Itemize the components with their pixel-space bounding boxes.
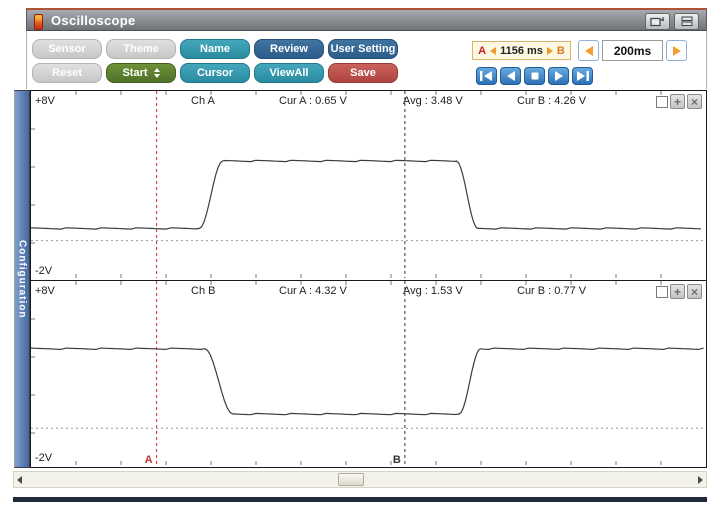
toolbar: Sensor Theme Name Review User Setting Re… [26,31,707,89]
plus-icon: + [674,286,681,298]
user-setting-button[interactable]: User Setting [328,39,398,59]
move-cursor-b-right-icon[interactable] [547,47,553,55]
play-button[interactable] [548,67,569,85]
configuration-tab-label: Configuration [17,240,28,319]
zoom-in-button[interactable]: + [670,284,685,299]
ab-interval-value: 1156 ms [500,45,543,57]
cursor-a-readout: Cur A : 4.32 V [279,285,347,297]
timebase-increase-button[interactable] [666,40,687,61]
channel-b-waveform [31,281,704,465]
cursor-b-readout: Cur B : 0.77 V [517,285,586,297]
popout-window-icon [650,16,665,27]
y-max-label: +8V [35,285,55,297]
panel-controls: + × [656,284,702,299]
viewall-button[interactable]: ViewAll [254,63,324,83]
cursor-a-marker[interactable]: A [145,454,153,466]
scroll-left-icon[interactable] [17,476,22,484]
y-min-label: -2V [35,452,52,464]
avg-readout: Avg : 1.53 V [403,285,463,297]
minimize-icon [680,16,694,27]
stop-button[interactable] [524,67,545,85]
panel-controls: + × [656,94,702,109]
save-button[interactable]: Save [328,63,398,83]
channel-a-waveform [31,91,704,278]
y-min-label: -2V [35,265,52,277]
panel-select-checkbox[interactable] [656,96,668,108]
cursor-button[interactable]: Cursor [180,63,250,83]
cursor-b-marker[interactable]: B [393,454,401,466]
timebase-decrease-button[interactable] [578,40,599,61]
step-back-button[interactable] [500,67,521,85]
skip-to-start-button[interactable] [476,67,497,85]
zoom-in-button[interactable]: + [670,94,685,109]
oscilloscope-app: Oscilloscope Sensor Theme Name Review Us… [0,0,712,508]
stop-icon [529,70,541,82]
window-bottom-edge [13,497,707,502]
skip-to-start-icon [479,70,494,82]
name-button[interactable]: Name [180,39,250,59]
plus-icon: + [674,96,681,108]
start-spinner-icon[interactable] [154,68,160,78]
avg-readout: Avg : 3.48 V [403,95,463,107]
start-button[interactable]: Start [106,63,176,83]
ab-interval-box: A 1156 ms B [472,41,571,60]
horizontal-scrollbar[interactable] [13,471,707,488]
signal-level-icon [34,14,43,30]
left-arrow-icon [585,46,593,56]
popout-window-button[interactable] [645,13,670,30]
scroll-right-icon[interactable] [698,476,703,484]
cursor-a-tag: A [478,45,486,57]
review-button[interactable]: Review [254,39,324,59]
reset-button[interactable]: Reset [32,63,102,83]
cursor-a-readout: Cur A : 0.65 V [279,95,347,107]
close-panel-button[interactable]: × [687,94,702,109]
scrollbar-thumb[interactable] [338,473,364,486]
right-arrow-icon [673,46,681,56]
channel-name: Ch A [191,95,215,107]
timebase-value[interactable]: 200ms [602,40,663,61]
window-title: Oscilloscope [51,13,136,28]
start-button-label: Start [122,67,147,79]
close-icon: × [691,96,698,108]
cursor-b-tag: B [557,45,565,57]
move-cursor-a-left-icon[interactable] [490,47,496,55]
close-panel-button[interactable]: × [687,284,702,299]
cursor-b-readout: Cur B : 4.26 V [517,95,586,107]
titlebar: Oscilloscope [26,8,707,31]
play-icon [553,70,565,82]
transport-controls [476,67,593,85]
configuration-tab[interactable]: Configuration [14,90,30,468]
channel-a-panel: +8V Ch A Cur A : 0.65 V Avg : 3.48 V Cur… [30,90,707,281]
theme-button[interactable]: Theme [106,39,176,59]
y-max-label: +8V [35,95,55,107]
step-back-icon [505,70,517,82]
skip-to-end-button[interactable] [572,67,593,85]
minimize-button[interactable] [674,13,699,30]
panel-select-checkbox[interactable] [656,286,668,298]
skip-to-end-icon [575,70,590,82]
channel-b-panel: Ch B +8V Cur A : 4.32 V Avg : 1.53 V Cur… [30,280,707,468]
channel-name: Ch B [191,285,215,297]
close-icon: × [691,286,698,298]
sensor-button[interactable]: Sensor [32,39,102,59]
